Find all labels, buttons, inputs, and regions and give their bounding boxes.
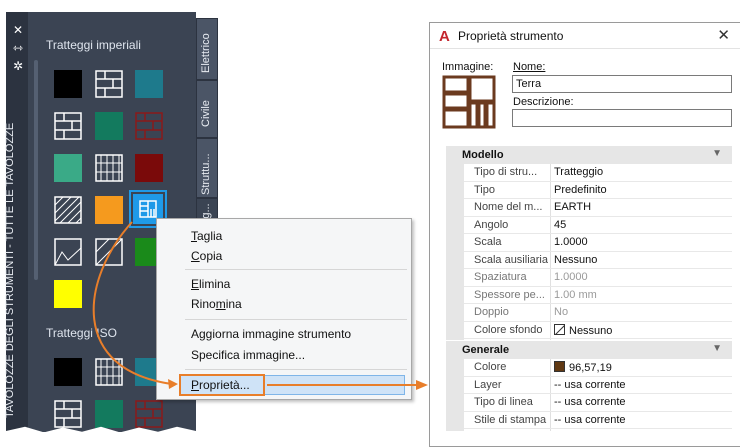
curved-arrow [92, 221, 173, 385]
chevron-down-icon[interactable]: ▼ [712, 343, 722, 354]
name-field[interactable] [512, 75, 732, 93]
close-icon[interactable]: ✕ [717, 26, 730, 44]
prop-row: Spaziatura 1.0000 [464, 269, 732, 287]
prop-row[interactable]: Tipo di stru... Tratteggio [464, 164, 732, 182]
arrow-head [168, 379, 178, 389]
section-modello[interactable]: Modello ▼ [446, 146, 732, 164]
tool-properties-dialog: A Proprietà strumento ✕ Immagine: Nome: … [429, 22, 740, 447]
section-gutter [446, 164, 464, 340]
color-swatch [554, 361, 565, 372]
image-label: Immagine: [442, 61, 494, 73]
prop-row[interactable]: Scala ausiliaria Nessuno [464, 252, 732, 269]
section-gutter [446, 359, 464, 431]
no-fill-icon [554, 323, 565, 335]
autocad-logo-icon: A [439, 28, 450, 45]
chevron-down-icon[interactable]: ▼ [712, 148, 722, 159]
prop-row[interactable]: Colore 96,57,19 [464, 359, 732, 377]
name-label: Nome: [513, 61, 546, 73]
tool-image[interactable] [442, 75, 496, 129]
description-label: Descrizione: [513, 96, 574, 108]
prop-row[interactable]: Scala 1.0000 [464, 234, 732, 252]
prop-row[interactable]: Angolo 45 [464, 217, 732, 234]
dialog-title-bar[interactable]: A Proprietà strumento ✕ [430, 23, 740, 49]
description-field[interactable] [512, 109, 732, 127]
earth-hatch-icon [442, 75, 496, 129]
prop-row[interactable]: Colore sfondo Nessuno [464, 322, 732, 339]
prop-row: Spessore pe... 1.00 mm [464, 287, 732, 304]
prop-row[interactable]: Layer -- usa corrente [464, 377, 732, 394]
arrow-head [416, 380, 428, 390]
prop-row[interactable]: Nome del m... EARTH [464, 199, 732, 217]
section-generale[interactable]: Generale ▼ [446, 341, 732, 359]
prop-row[interactable]: Tipo di linea -- usa corrente [464, 394, 732, 412]
prop-row[interactable]: Tipo Predefinito [464, 182, 732, 199]
dialog-title: Proprietà strumento [458, 29, 564, 43]
prop-row: Doppio No [464, 304, 732, 322]
prop-row[interactable]: Stile di stampa -- usa corrente [464, 412, 732, 429]
